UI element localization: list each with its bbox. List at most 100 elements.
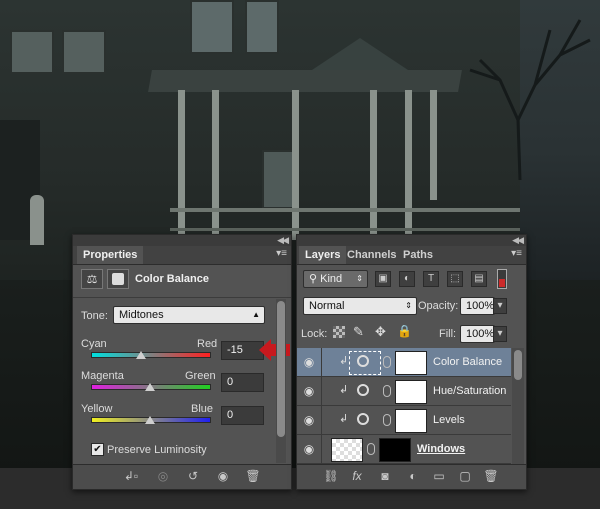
link-chain-icon[interactable] xyxy=(383,385,391,397)
magenta-green-value[interactable]: 0 xyxy=(221,373,264,392)
tab-channels[interactable]: Channels xyxy=(341,246,403,264)
house-window xyxy=(262,150,296,209)
scroll-thumb[interactable] xyxy=(514,350,522,380)
statue xyxy=(30,195,44,245)
new-adjustment-layer-icon[interactable]: ◐ xyxy=(405,469,421,483)
link-layers-icon[interactable]: ⛓ xyxy=(323,469,339,483)
layer-name[interactable]: Levels xyxy=(433,406,465,434)
opacity-dropdown-icon[interactable]: ▾ xyxy=(493,298,507,314)
porch-column xyxy=(178,90,185,240)
slider-thumb[interactable] xyxy=(135,351,146,359)
filter-adjustment-icon[interactable]: ◐ xyxy=(399,271,415,287)
link-chain-icon[interactable] xyxy=(367,443,375,455)
mask-icon[interactable] xyxy=(107,269,129,289)
layer-thumbnail[interactable] xyxy=(331,438,363,462)
slider-right-label: Red xyxy=(197,338,218,350)
visibility-eye-icon[interactable]: ◉ xyxy=(299,406,319,434)
layers-list: ◉ ↲ Color Balance ◉ ↲ Hue/Saturation ◉ ↲ xyxy=(297,348,526,464)
dropdown-arrow-icon: ⇕ xyxy=(405,301,412,310)
panel-header-strip: ◀◀ xyxy=(297,235,526,246)
panel-menu-icon[interactable]: ▾≡ xyxy=(511,248,522,259)
filter-toggle-switch[interactable] xyxy=(497,269,507,289)
adjustment-layer-icon xyxy=(357,384,369,396)
opacity-value: 100% xyxy=(466,300,495,312)
cyan-red-slider[interactable] xyxy=(91,352,211,358)
divider xyxy=(73,297,291,298)
visibility-eye-icon[interactable]: ◉ xyxy=(215,469,231,483)
tone-value: Midtones xyxy=(119,309,164,321)
layer-mask-thumbnail[interactable] xyxy=(395,409,427,433)
collapse-icon[interactable]: ◀◀ xyxy=(512,235,524,246)
tone-dropdown[interactable]: Midtones ▲ xyxy=(113,306,265,324)
lock-position-icon[interactable]: ✥ xyxy=(375,324,386,340)
porch-column xyxy=(405,90,412,240)
filter-shape-icon[interactable]: ⬚ xyxy=(447,271,463,287)
layer-name[interactable]: Color Balance xyxy=(433,348,502,376)
adjustment-layer-icon xyxy=(357,413,369,425)
filter-type-icon[interactable]: T xyxy=(423,271,439,287)
scroll-thumb[interactable] xyxy=(277,301,285,437)
add-mask-icon[interactable]: ◙ xyxy=(377,469,393,483)
trash-icon[interactable]: 🗑 xyxy=(245,469,261,483)
view-previous-icon[interactable]: ◎ xyxy=(155,469,171,483)
filter-kind-dropdown[interactable]: ⚲ Kind ⇕ xyxy=(303,270,368,288)
visibility-eye-icon[interactable]: ◉ xyxy=(299,348,319,376)
trash-icon[interactable]: 🗑 xyxy=(483,469,499,483)
visibility-eye-icon[interactable]: ◉ xyxy=(299,377,319,405)
tab-layers[interactable]: Layers xyxy=(299,246,347,264)
panel-header-strip: ◀◀ xyxy=(73,235,291,246)
filter-smart-object-icon[interactable]: ▤ xyxy=(471,271,487,287)
preserve-luminosity-checkbox[interactable]: ✔ xyxy=(91,443,104,456)
panel-menu-icon[interactable]: ▾≡ xyxy=(276,248,287,259)
layer-style-fx-icon[interactable]: fx xyxy=(349,469,365,483)
new-layer-icon[interactable]: ▢ xyxy=(457,469,473,483)
layer-row[interactable]: ◉ ↲ Hue/Saturation xyxy=(297,377,511,406)
dropdown-arrow-icon: ⇕ xyxy=(356,274,363,283)
properties-panel: ◀◀ Properties ▾≡ ⚖ Color Balance Tone: M… xyxy=(72,234,292,490)
layer-mask-thumbnail[interactable] xyxy=(395,351,427,375)
fill-field[interactable]: 100% xyxy=(460,325,495,343)
tab-paths[interactable]: Paths xyxy=(397,246,439,264)
link-chain-icon[interactable] xyxy=(383,356,391,368)
house-window xyxy=(10,30,54,74)
fill-dropdown-icon[interactable]: ▾ xyxy=(493,326,507,342)
layer-mask-thumbnail[interactable] xyxy=(379,438,411,462)
layer-mask-thumbnail[interactable] xyxy=(395,380,427,404)
link-chain-icon[interactable] xyxy=(383,414,391,426)
preserve-luminosity-label: Preserve Luminosity xyxy=(107,444,207,456)
porch-column xyxy=(212,90,219,240)
lock-transparent-icon[interactable] xyxy=(333,326,345,338)
adjustment-balance-icon[interactable]: ⚖ xyxy=(81,269,103,289)
slider-thumb[interactable] xyxy=(145,383,155,391)
filter-kind-value: Kind xyxy=(320,273,343,285)
blend-mode-value: Normal xyxy=(309,300,345,312)
properties-scrollbar[interactable] xyxy=(276,299,286,463)
properties-tabbar: Properties ▾≡ xyxy=(73,246,291,265)
yellow-blue-value[interactable]: 0 xyxy=(221,406,264,425)
layer-name[interactable]: Hue/Saturation xyxy=(433,377,506,405)
filter-pixel-icon[interactable]: ▣ xyxy=(375,271,391,287)
layer-row[interactable]: ◉ ↲ Levels xyxy=(297,406,511,435)
tab-properties[interactable]: Properties xyxy=(77,246,144,264)
dead-tree xyxy=(469,19,591,180)
properties-footer: ↲▫ ◎ ↺ ◉ 🗑 xyxy=(73,464,291,489)
lock-all-icon[interactable]: 🔒 xyxy=(397,324,412,338)
lock-image-icon[interactable]: ✎ xyxy=(353,324,364,340)
layers-footer: ⛓ fx ◙ ◐ ▭ ▢ 🗑 xyxy=(297,464,526,489)
slider-thumb[interactable] xyxy=(145,416,155,424)
clip-arrow-icon: ↲ xyxy=(339,384,349,396)
cyan-red-value[interactable]: -15 xyxy=(221,341,264,360)
visibility-eye-icon[interactable]: ◉ xyxy=(299,435,319,463)
opacity-field[interactable]: 100% xyxy=(460,297,495,315)
layers-tabbar: Layers Channels Paths ▾≡ xyxy=(297,246,526,265)
reset-icon[interactable]: ↺ xyxy=(185,469,201,483)
layer-name[interactable]: Windows xyxy=(417,435,465,463)
new-group-folder-icon[interactable]: ▭ xyxy=(431,469,447,483)
clip-to-layer-icon[interactable]: ↲▫ xyxy=(123,469,139,483)
blend-mode-dropdown[interactable]: Normal ⇕ xyxy=(303,297,417,315)
collapse-icon[interactable]: ◀◀ xyxy=(277,235,289,246)
layer-row[interactable]: ◉ ↲ Color Balance xyxy=(297,348,511,377)
layers-scrollbar[interactable] xyxy=(512,348,524,464)
layer-row[interactable]: ◉ Windows xyxy=(297,435,511,464)
slider-right-label: Blue xyxy=(191,403,214,415)
